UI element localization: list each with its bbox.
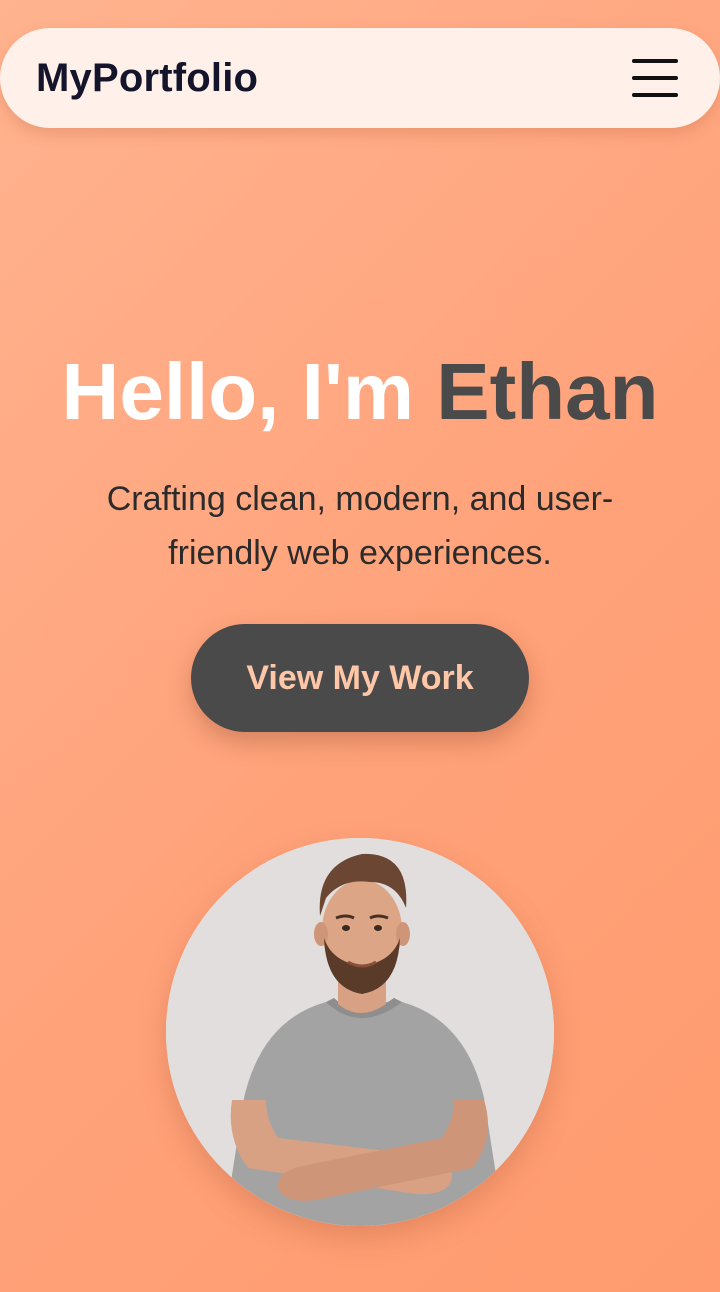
profile-photo (166, 838, 554, 1226)
hero-title-name: Ethan (436, 347, 659, 436)
hero-section: Hello, I'm Ethan Crafting clean, modern,… (0, 340, 720, 732)
hero-subtitle: Crafting clean, modern, and user-friendl… (106, 480, 614, 572)
menu-line (632, 93, 678, 97)
view-my-work-button[interactable]: View My Work (191, 624, 529, 732)
brand-logo[interactable]: MyPortfolio (36, 56, 258, 101)
profile-illustration (166, 838, 554, 1226)
menu-line (632, 76, 678, 80)
hero-title: Hello, I'm Ethan (0, 340, 720, 444)
hero-title-prefix: Hello, I'm (61, 347, 437, 436)
navbar: MyPortfolio (0, 28, 720, 128)
menu-line (632, 59, 678, 63)
hamburger-menu-icon[interactable] (632, 59, 678, 97)
